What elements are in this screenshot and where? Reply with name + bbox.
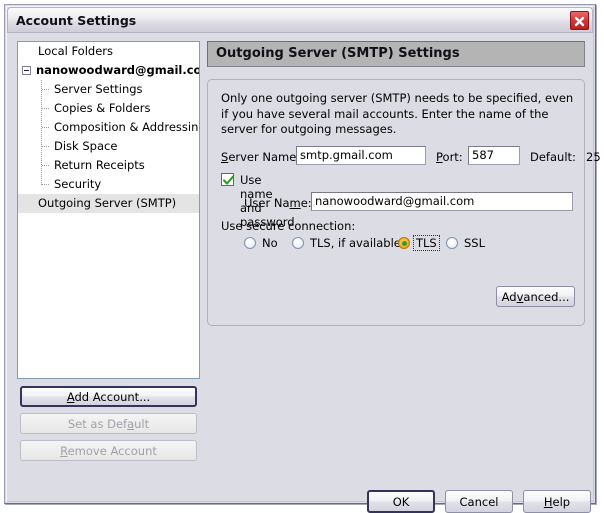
radio-unchecked-icon[interactable] <box>244 237 256 249</box>
tree-item-server-settings[interactable]: Server Settings <box>18 80 199 99</box>
tree-item-label: nanowoodward@gmail.com <box>18 63 200 77</box>
server-name-input[interactable]: smtp.gmail.com <box>296 146 426 165</box>
ok-button[interactable]: OK <box>367 490 435 513</box>
tree-item-label: Composition & Addressing <box>18 120 200 134</box>
port-label: Port: <box>436 150 463 164</box>
tree-item-return-receipts[interactable]: Return Receipts <box>18 156 199 175</box>
radio-unchecked-icon[interactable] <box>446 237 458 249</box>
tree-item-label: Security <box>18 177 101 191</box>
tree-item-label: Disk Space <box>18 139 117 153</box>
panel-header: Outgoing Server (SMTP) Settings <box>207 41 585 67</box>
user-name-label: User Name: <box>244 196 312 210</box>
window-title: Account Settings <box>16 13 136 28</box>
account-settings-dialog: Account Settings Local Folders nanowoodw… <box>4 4 596 504</box>
remove-account-button: Remove Account <box>20 440 197 461</box>
tree-item-label: Outgoing Server (SMTP) <box>18 196 176 210</box>
radio-label: SSL <box>462 236 487 250</box>
panel-description: Only one outgoing server (SMTP) needs to… <box>221 91 575 138</box>
tree-item-label: Return Receipts <box>18 158 145 172</box>
tree-item-label: Copies & Folders <box>18 101 150 115</box>
set-as-default-button: Set as Default <box>20 413 197 434</box>
radio-unchecked-icon[interactable] <box>292 237 304 249</box>
user-name-input[interactable]: nanowoodward@gmail.com <box>311 192 573 211</box>
default-port-value: 25 <box>586 150 601 164</box>
dialog-content: Local Folders nanowoodward@gmail.com Ser… <box>7 33 593 501</box>
smtp-settings-group: Only one outgoing server (SMTP) needs to… <box>207 79 585 326</box>
tree-item-composition-addressing[interactable]: Composition & Addressing <box>18 118 199 137</box>
server-name-label: Server Name: <box>221 150 300 164</box>
radio-label: No <box>260 236 280 250</box>
tree-item-outgoing-server-smtp[interactable]: Outgoing Server (SMTP) <box>18 194 199 213</box>
tree-item-copies-folders[interactable]: Copies & Folders <box>18 99 199 118</box>
title-bar: Account Settings <box>7 7 593 33</box>
checkbox-checked-icon[interactable] <box>221 173 234 186</box>
radio-checked-icon[interactable] <box>398 237 410 249</box>
help-button[interactable]: Help <box>523 490 591 513</box>
accounts-tree[interactable]: Local Folders nanowoodward@gmail.com Ser… <box>17 41 200 379</box>
tree-item-label: Server Settings <box>18 82 143 96</box>
advanced-button[interactable]: Advanced... <box>496 286 575 307</box>
radio-label: TLS, if available <box>308 236 403 250</box>
add-account-button[interactable]: Add Account... <box>20 386 197 407</box>
tree-item-account[interactable]: nanowoodward@gmail.com <box>18 61 199 80</box>
tree-item-disk-space[interactable]: Disk Space <box>18 137 199 156</box>
radio-label: TLS <box>413 235 440 251</box>
tree-item-label: Local Folders <box>18 44 113 58</box>
tree-item-local-folders[interactable]: Local Folders <box>18 42 199 61</box>
cancel-button[interactable]: Cancel <box>445 490 513 513</box>
close-icon[interactable] <box>570 11 589 30</box>
secure-connection-label: Use secure connection: <box>221 219 355 233</box>
default-port-label: Default: <box>530 150 576 164</box>
tree-item-security[interactable]: Security <box>18 175 199 194</box>
page-title: Outgoing Server (SMTP) Settings <box>216 46 460 61</box>
port-input[interactable]: 587 <box>468 146 520 165</box>
